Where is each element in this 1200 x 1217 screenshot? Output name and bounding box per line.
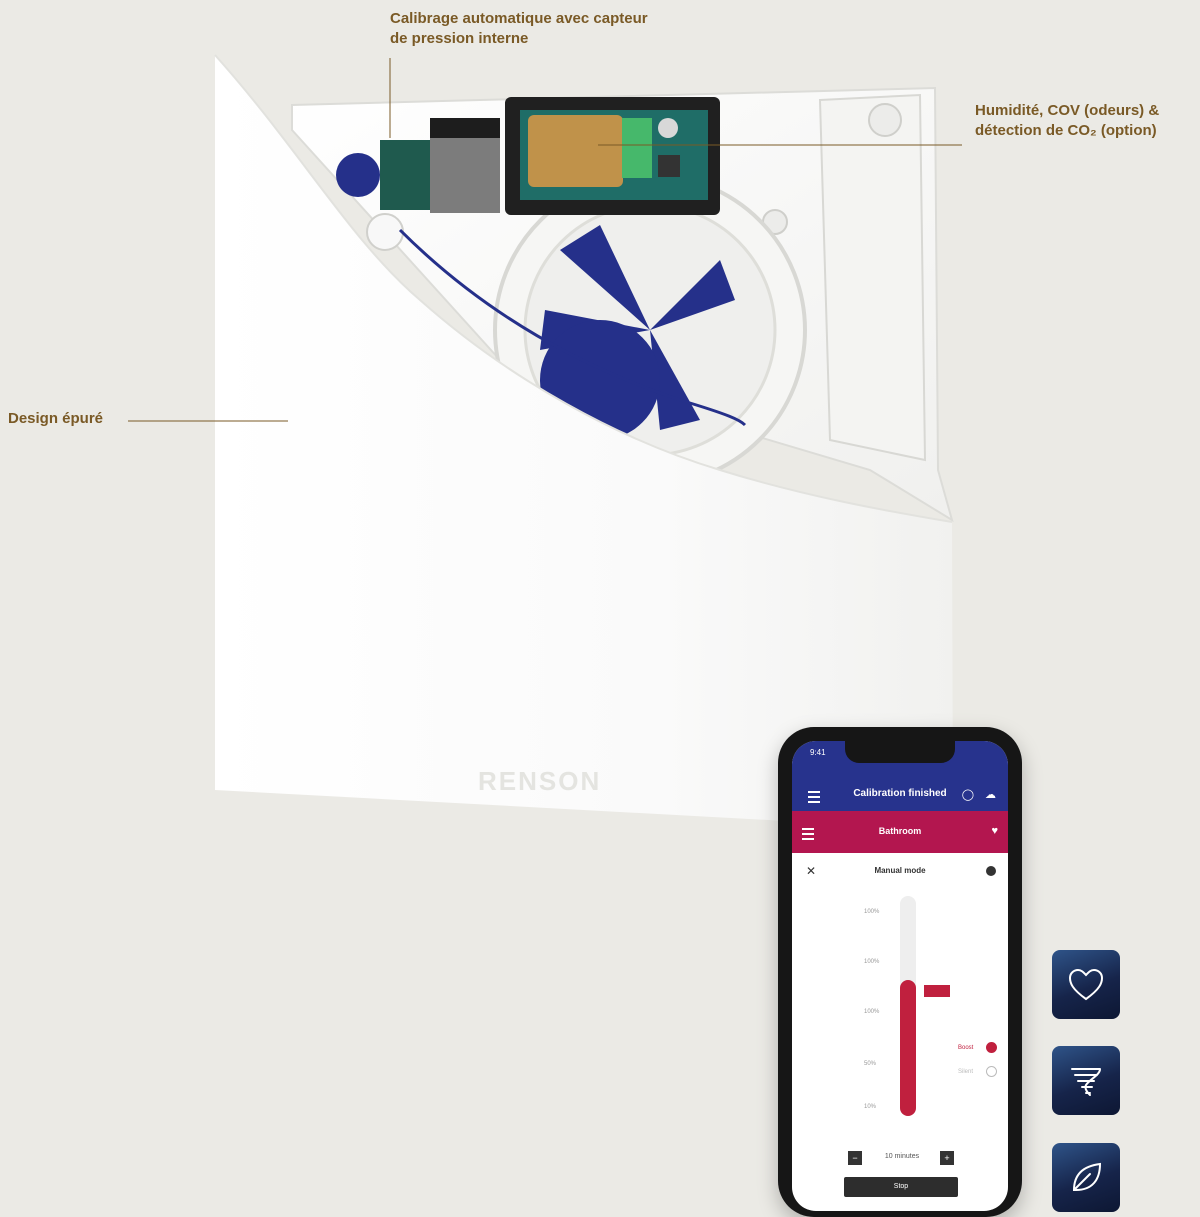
- silent-label: Silent: [958, 1069, 974, 1075]
- leaf-icon: [1072, 1162, 1102, 1191]
- level-label: 100%: [864, 959, 880, 965]
- mode-title: Manual mode: [874, 866, 926, 875]
- stop-button[interactable]: Stop: [844, 1177, 958, 1197]
- duration-value: 10 minutes: [884, 1153, 920, 1160]
- eco-tile: [1052, 1143, 1120, 1212]
- brand-logo: RENSON: [478, 766, 601, 796]
- health-tile: [1052, 950, 1120, 1019]
- room-name: Bathroom: [878, 826, 922, 836]
- favorite-icon[interactable]: ♥: [991, 825, 998, 837]
- app-screen: 9:41 Calibration finished ◯ ☁ Bathroom ♥…: [792, 741, 1008, 1211]
- bulb-icon[interactable]: ◯: [962, 788, 974, 801]
- level-label: 100%: [864, 909, 880, 915]
- silent-radio[interactable]: [986, 1066, 997, 1077]
- phone-notch: [845, 741, 955, 763]
- boost-radio[interactable]: [986, 1042, 997, 1053]
- heart-icon: [1068, 968, 1104, 1000]
- speed-slider-fill[interactable]: [900, 980, 916, 1116]
- callout-calibration: Calibrage automatique avec capteur de pr…: [390, 10, 648, 47]
- duration-plus-button[interactable]: +: [940, 1151, 954, 1165]
- level-label: 100%: [864, 1009, 880, 1015]
- room-bar: Bathroom ♥: [792, 811, 1008, 853]
- callout-design: Design épuré: [8, 410, 104, 427]
- callout-sensors: Humidité, COV (odeurs) & détection de CO…: [975, 102, 1160, 139]
- tornado-icon: [1071, 1067, 1101, 1096]
- cloud-icon[interactable]: ☁: [985, 788, 996, 801]
- duration-minus-button[interactable]: −: [848, 1151, 862, 1165]
- level-label: 10%: [864, 1104, 877, 1110]
- header-title: Calibration finished: [853, 788, 947, 799]
- level-label: 50%: [864, 1061, 877, 1067]
- ventilation-tile: [1052, 1046, 1120, 1115]
- boost-label: Boost: [958, 1045, 974, 1051]
- smartphone: 9:41 Calibration finished ◯ ☁ Bathroom ♥…: [778, 727, 1022, 1217]
- speed-slider-badge: [924, 985, 950, 997]
- info-icon[interactable]: [986, 866, 996, 876]
- status-time: 9:41: [810, 748, 826, 757]
